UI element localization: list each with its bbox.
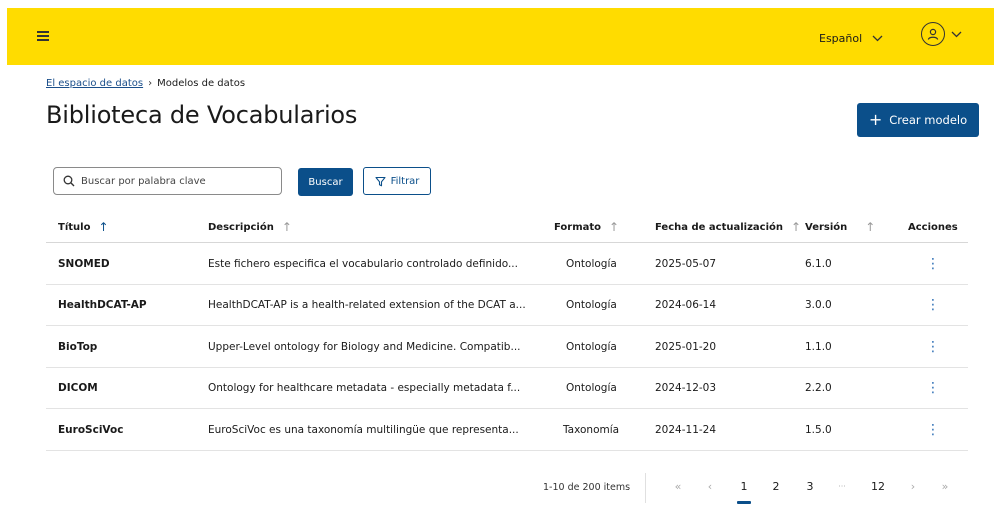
column-title-label: Título xyxy=(58,221,91,233)
row-description: Upper-Level ontology for Biology and Med… xyxy=(208,340,521,353)
filter-button[interactable]: Filtrar xyxy=(363,167,431,195)
breadcrumb-link-data-space[interactable]: El espacio de datos xyxy=(46,78,143,89)
top-bar: Español xyxy=(7,8,994,65)
row-format: Ontología xyxy=(566,299,617,311)
row-version: 1.5.0 xyxy=(805,423,832,436)
column-header-format[interactable]: Formato ↑ xyxy=(554,211,619,243)
filter-label: Filtrar xyxy=(390,175,420,187)
next-page-icon[interactable]: › xyxy=(906,480,920,493)
column-header-version[interactable]: Versión ↑ xyxy=(805,211,875,243)
row-title[interactable]: DICOM xyxy=(58,368,98,409)
search-icon xyxy=(63,175,75,187)
last-page-icon[interactable]: » xyxy=(938,480,952,493)
row-title[interactable]: SNOMED xyxy=(58,243,110,284)
column-header-updated[interactable]: Fecha de actualización ↑ xyxy=(655,211,801,243)
row-updated: 2025-05-07 xyxy=(655,257,717,270)
row-title[interactable]: EuroSciVoc xyxy=(58,409,123,450)
page-1-button[interactable]: 1 xyxy=(737,480,751,493)
row-updated: 2024-12-03 xyxy=(655,382,717,394)
breadcrumb-current: Modelos de datos xyxy=(157,78,246,89)
column-description-label: Descripción xyxy=(208,221,274,233)
row-version: 6.1.0 xyxy=(805,257,832,270)
search-box xyxy=(53,167,282,195)
user-menu[interactable] xyxy=(921,22,962,46)
row-updated: 2024-06-14 xyxy=(655,299,717,311)
row-format: Ontología xyxy=(566,382,617,394)
first-page-icon[interactable]: « xyxy=(671,480,685,493)
filter-icon xyxy=(375,176,386,186)
page-2-button[interactable]: 2 xyxy=(769,480,783,493)
pagination: 1-10 de 200 items « ‹ 1 2 3 ··· 12 › » xyxy=(0,473,997,504)
column-format-label: Formato xyxy=(554,221,602,233)
create-model-label: Crear modelo xyxy=(889,113,968,127)
sort-icon[interactable]: ↑ xyxy=(865,220,875,234)
row-format: Ontología xyxy=(566,257,617,270)
column-updated-label: Fecha de actualización xyxy=(655,221,783,233)
sort-icon[interactable]: ↑ xyxy=(282,220,292,234)
search-input[interactable] xyxy=(81,175,271,187)
more-actions-icon[interactable]: ⋮ xyxy=(926,285,940,326)
create-model-button[interactable]: + Crear modelo xyxy=(857,103,979,137)
row-format: Ontología xyxy=(566,340,617,353)
column-header-description[interactable]: Descripción ↑ xyxy=(208,211,292,243)
chevron-down-icon xyxy=(872,35,883,41)
plus-icon: + xyxy=(868,110,883,129)
row-description: HealthDCAT-AP is a health-related extens… xyxy=(208,299,526,311)
row-version: 3.0.0 xyxy=(805,299,832,311)
breadcrumb: El espacio de datos › Modelos de datos xyxy=(46,78,245,89)
column-actions-label: Acciones xyxy=(908,221,958,233)
row-description: Este fichero especifica el vocabulario c… xyxy=(208,257,518,270)
row-updated: 2025-01-20 xyxy=(655,340,717,353)
page-12-button[interactable]: 12 xyxy=(868,480,888,493)
row-description: Ontology for healthcare metadata - espec… xyxy=(208,382,521,394)
chevron-right-icon: › xyxy=(148,78,153,89)
sort-icon[interactable]: ↑ xyxy=(791,220,801,234)
row-version: 2.2.0 xyxy=(805,382,832,394)
row-title[interactable]: BioTop xyxy=(58,326,97,367)
page-title: Biblioteca de Vocabularios xyxy=(46,101,358,129)
sort-icon[interactable]: ↑ xyxy=(609,220,619,234)
table-header: Título ↑ Descripción ↑ Formato ↑ Fecha d… xyxy=(46,211,968,243)
row-format: Taxonomía xyxy=(563,423,620,436)
active-page-indicator xyxy=(737,501,751,504)
table-row[interactable]: SNOMED Este fichero especifica el vocabu… xyxy=(46,243,968,285)
more-actions-icon[interactable]: ⋮ xyxy=(926,243,940,284)
column-header-actions: Acciones xyxy=(908,211,958,243)
column-version-label: Versión xyxy=(805,221,848,233)
vocabulary-table: Título ↑ Descripción ↑ Formato ↑ Fecha d… xyxy=(46,211,968,451)
row-title[interactable]: HealthDCAT-AP xyxy=(58,285,147,326)
table-row[interactable]: BioTop Upper-Level ontology for Biology … xyxy=(46,326,968,368)
pagination-divider xyxy=(645,473,646,503)
previous-page-icon[interactable]: ‹ xyxy=(703,480,717,493)
chevron-down-icon xyxy=(951,31,962,37)
search-button[interactable]: Buscar xyxy=(298,168,353,196)
more-actions-icon[interactable]: ⋮ xyxy=(926,409,940,450)
more-actions-icon[interactable]: ⋮ xyxy=(926,368,940,409)
column-header-title[interactable]: Título ↑ xyxy=(58,211,109,243)
language-selector[interactable]: Español xyxy=(819,27,883,49)
menu-icon[interactable] xyxy=(37,30,49,42)
table-row[interactable]: DICOM Ontology for healthcare metadata -… xyxy=(46,368,968,409)
sort-ascending-icon[interactable]: ↑ xyxy=(98,220,108,234)
row-version: 1.1.0 xyxy=(805,340,832,353)
row-description: EuroSciVoc es una taxonomía multilingüe … xyxy=(208,423,519,436)
page-3-button[interactable]: 3 xyxy=(803,480,817,493)
table-row[interactable]: EuroSciVoc EuroSciVoc es una taxonomía m… xyxy=(46,409,968,451)
user-avatar-icon xyxy=(921,22,945,46)
pagination-ellipsis: ··· xyxy=(838,482,846,491)
row-updated: 2024-11-24 xyxy=(655,423,717,436)
language-label: Español xyxy=(819,31,863,45)
more-actions-icon[interactable]: ⋮ xyxy=(926,326,940,367)
table-row[interactable]: HealthDCAT-AP HealthDCAT-AP is a health-… xyxy=(46,285,968,326)
pagination-info: 1-10 de 200 items xyxy=(543,482,631,493)
